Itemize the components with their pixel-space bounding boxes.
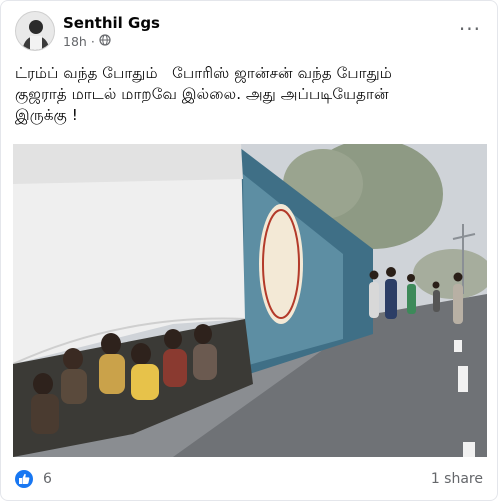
post-text: ட்ரம்ப் வந்த போதும் போரிஸ் ஜான்சன் வந்த … xyxy=(15,63,485,126)
post-text-line-1: ட்ரம்ப் வந்த போதும் போரிஸ் ஜான்சன் வந்த … xyxy=(15,64,392,82)
avatar[interactable] xyxy=(15,11,55,51)
author-name[interactable]: Senthil Ggs xyxy=(63,14,160,32)
post-meta: 18h · xyxy=(63,34,111,49)
like-count[interactable]: 6 xyxy=(43,471,52,487)
photo-scene xyxy=(13,144,487,457)
post-header: Senthil Ggs 18h · ··· xyxy=(15,11,485,53)
share-count[interactable]: 1 share xyxy=(431,471,483,487)
profile-photo xyxy=(16,12,54,50)
like-icon[interactable] xyxy=(15,470,33,488)
post-text-line-2: குஜராத் மாடல் மாறவே இல்லை. அது அப்படியேத… xyxy=(15,85,389,103)
post-text-line-3: இருக்கு ! xyxy=(15,106,78,124)
more-options-icon[interactable]: ··· xyxy=(459,17,481,41)
post-card: Senthil Ggs 18h · ··· ட்ரம்ப் வந்த போதும… xyxy=(0,0,498,501)
reactions-bar: 6 1 share xyxy=(15,469,485,491)
post-time[interactable]: 18h xyxy=(63,34,87,49)
post-photo[interactable] xyxy=(13,144,487,457)
meta-separator: · xyxy=(90,34,95,49)
globe-icon[interactable] xyxy=(99,34,111,49)
